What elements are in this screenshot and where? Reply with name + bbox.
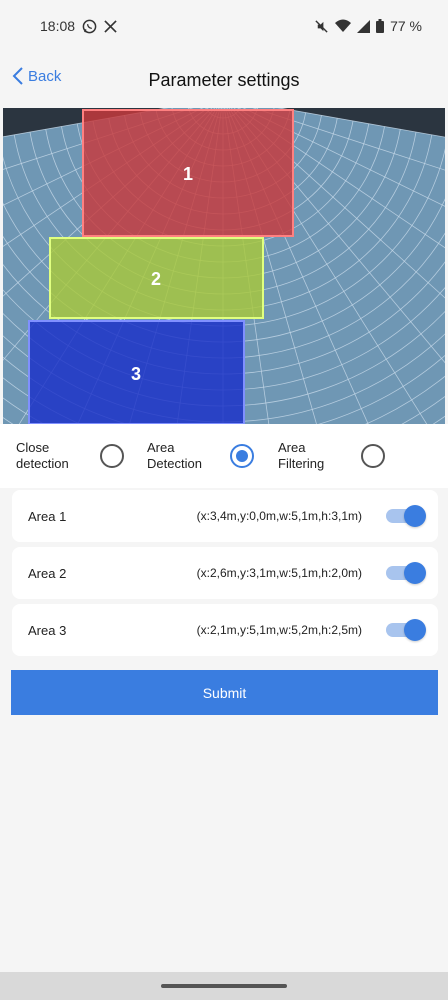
area-name: Area 2: [28, 565, 67, 581]
radar-view: 1 2 3: [3, 108, 445, 424]
x-icon: [104, 19, 117, 33]
mode-close-detection[interactable]: Close detection: [16, 440, 124, 472]
battery-icon: [376, 19, 385, 33]
area-name: Area 1: [28, 508, 67, 524]
mode-label: Close detection: [16, 440, 69, 471]
mode-label: Area Detection: [147, 440, 202, 471]
toggle-thumb: [404, 505, 426, 527]
whatsapp-icon: [82, 19, 97, 34]
nav-bar: Back Parameter settings: [0, 52, 448, 108]
area-3-toggle[interactable]: [386, 619, 426, 641]
area-values: (x:2,1m,y:5,1m,w:5,2m,h:2,5m): [196, 623, 362, 637]
area-card-1: Area 1 (x:3,4m,y:0,0m,w:5,1m,h:3,1m): [12, 490, 438, 542]
zone-2-label: 2: [151, 269, 161, 289]
mode-selector: Close detection Area Detection Area Filt…: [0, 424, 448, 488]
status-bar: 18:08 77 %: [0, 0, 448, 52]
close-detection-radio[interactable]: [100, 444, 124, 468]
area-card-2: Area 2 (x:2,6m,y:3,1m,w:5,1m,h:2,0m): [12, 547, 438, 599]
mode-label: Area Filtering: [278, 440, 325, 471]
toggle-thumb: [404, 562, 426, 584]
back-button[interactable]: Back: [12, 66, 61, 86]
toggle-thumb: [404, 619, 426, 641]
wifi-icon: [335, 19, 352, 33]
back-label: Back: [28, 67, 62, 85]
area-2-toggle[interactable]: [386, 562, 426, 584]
area-card-3: Area 3 (x:2,1m,y:5,1m,w:5,2m,h:2,5m): [12, 604, 438, 656]
battery-percent: 77 %: [390, 18, 422, 34]
area-values: (x:2,6m,y:3,1m,w:5,1m,h:2,0m): [196, 566, 362, 580]
zone-1-label: 1: [183, 164, 193, 184]
mode-area-filtering[interactable]: Area Filtering: [278, 440, 385, 472]
area-values: (x:3,4m,y:0,0m,w:5,1m,h:3,1m): [196, 509, 362, 523]
area-filtering-radio[interactable]: [361, 444, 385, 468]
mute-icon: [314, 19, 329, 34]
signal-icon: [357, 19, 371, 33]
area-1-toggle[interactable]: [386, 505, 426, 527]
zone-3-label: 3: [131, 364, 141, 384]
submit-button[interactable]: Submit: [11, 670, 438, 715]
page-title: Parameter settings: [148, 69, 300, 90]
radar-canvas: 1 2 3: [3, 108, 445, 424]
chevron-left-icon: [12, 66, 24, 86]
status-time: 18:08: [40, 18, 76, 34]
area-detection-radio[interactable]: [230, 444, 254, 468]
area-name: Area 3: [28, 622, 67, 638]
mode-area-detection[interactable]: Area Detection: [147, 440, 254, 472]
navigation-bar: [0, 972, 448, 1000]
home-indicator[interactable]: [161, 984, 287, 988]
